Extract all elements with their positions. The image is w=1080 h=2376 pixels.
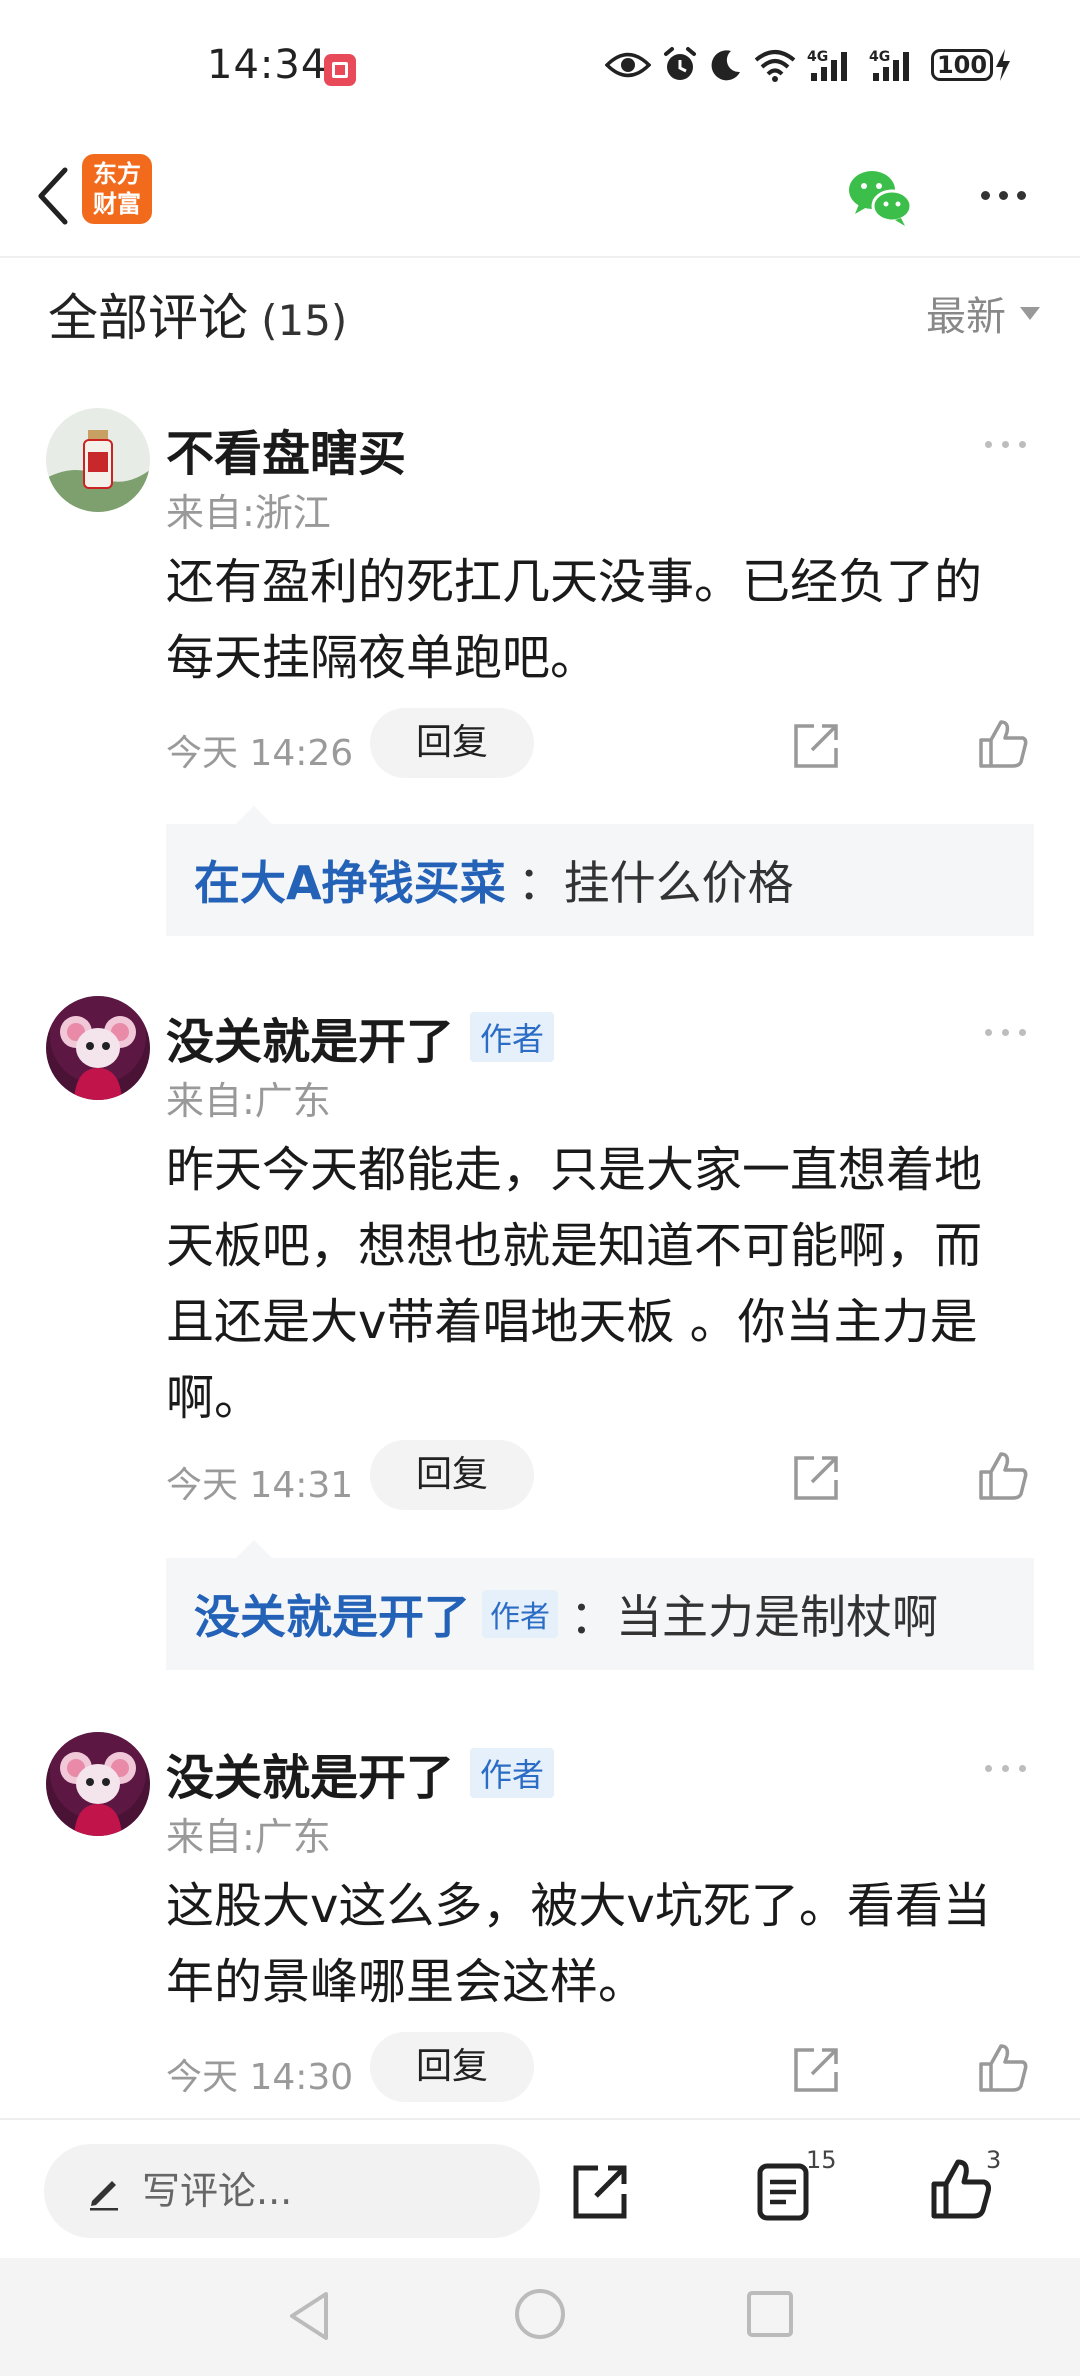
avatar[interactable] — [46, 1732, 150, 1836]
author-badge: 作者 — [470, 1748, 555, 1798]
wifi-icon — [754, 50, 796, 82]
sort-dropdown[interactable]: 最新 — [926, 284, 1040, 342]
share-icon[interactable] — [790, 2042, 844, 2096]
reply-preview[interactable]: 没关就是开了 作者 ：当主力是制杖啊 — [166, 1540, 1034, 1670]
comment-text-line: 每天挂隔夜单跑吧。 — [166, 630, 599, 686]
eye-icon — [605, 52, 651, 78]
share-icon[interactable] — [790, 1450, 844, 1504]
comment-count-badge: 15 — [806, 2146, 837, 2174]
share-icon[interactable] — [570, 2160, 632, 2222]
svg-text:4G: 4G — [807, 49, 828, 65]
app-logo-line2: 财富 — [93, 190, 141, 218]
comment-time: 今天 14:26 — [166, 733, 354, 774]
comment-more-button[interactable] — [985, 1756, 1035, 1780]
app-logo: 东方 财富 — [82, 154, 152, 224]
comment-text-line: 啊。 — [166, 1370, 263, 1426]
reply-username[interactable]: 没关就是开了 — [194, 1581, 470, 1647]
comment-text-line: 年的景峰哪里会这样。 — [166, 1954, 647, 2010]
bottom-action-bar: 15 3 — [0, 2118, 1080, 2260]
reply-button[interactable]: 回复 — [370, 708, 534, 778]
reply-username[interactable]: 在大A挣钱买菜 — [194, 847, 506, 913]
thumbs-up-icon[interactable] — [975, 716, 1031, 772]
reply-preview[interactable]: 在大A挣钱买菜 ：挂什么价格 — [166, 806, 1034, 936]
battery-indicator: 100 — [931, 47, 1013, 83]
author-badge: 作者 — [470, 1012, 555, 1062]
caret-down-icon — [1020, 306, 1040, 320]
comment-time: 今天 14:30 — [166, 2057, 354, 2098]
comment-header: 不看盘瞎买 — [166, 414, 406, 484]
reply-text: ：挂什么价格 — [517, 856, 794, 910]
like-count-badge: 3 — [986, 2146, 1002, 2174]
comment-username[interactable]: 没关就是开了 — [166, 1738, 454, 1808]
comment-header: 没关就是开了 作者 — [166, 1738, 555, 1808]
notification-badge-icon — [324, 54, 356, 86]
status-icons: 4G 4G 100 — [605, 46, 1013, 84]
sort-label: 最新 — [926, 294, 1006, 340]
comment-text: 还有盈利的死扛几天没事。已经负了的 每天挂隔夜单跑吧。 — [166, 544, 1038, 696]
comment-list-icon[interactable] — [752, 2160, 814, 2222]
comment-text-line: 天板吧，想想也就是知道不可能啊，而 — [166, 1218, 983, 1274]
reply-button[interactable]: 回复 — [370, 2032, 534, 2102]
nav-home-icon[interactable] — [512, 2286, 568, 2342]
section-title: 全部评论 — [48, 289, 248, 347]
comment-text: 昨天今天都能走，只是大家一直想着地 天板吧，想想也就是知道不可能啊，而 且还是大… — [166, 1132, 1038, 1436]
charging-icon — [996, 49, 1010, 81]
comment-more-button[interactable] — [985, 432, 1035, 456]
comment-username[interactable]: 没关就是开了 — [166, 1002, 454, 1072]
comment-item: 没关就是开了 作者 来自:广东 昨天今天都能走，只是大家一直想着地 天板吧，想想… — [0, 994, 1080, 1674]
comments-header: 全部评论 (15) 最新 — [48, 278, 1040, 358]
dot — [998, 190, 1008, 200]
reply-content: 在大A挣钱买菜 ：挂什么价格 — [194, 824, 794, 936]
comment-time: 今天 14:31 — [166, 1465, 354, 1506]
avatar[interactable] — [46, 408, 150, 512]
moon-icon — [711, 50, 740, 81]
comment-location: 来自:广东 — [166, 1815, 331, 1859]
app-logo-line1: 东方 — [93, 160, 141, 188]
comment-text-line: 这股大v这么多，被大v坑死了。看看当 — [166, 1878, 991, 1934]
avatar[interactable] — [46, 996, 150, 1100]
comment-count: (15) — [261, 296, 348, 345]
top-navigation-bar: 东方 财富 — [0, 140, 1080, 258]
signal-icon-1: 4G — [807, 49, 847, 81]
pencil-icon — [90, 2181, 118, 2211]
back-button[interactable] — [18, 156, 88, 236]
comment-text: 这股大v这么多，被大v坑死了。看看当 年的景峰哪里会这样。 — [166, 1868, 1038, 2020]
comment-item: 不看盘瞎买 来自:浙江 还有盈利的死扛几天没事。已经负了的 每天挂隔夜单跑吧。 … — [0, 406, 1080, 946]
comments-page: 14:34 4G 4G 100 东方 财富 全部评论 (15) 最新 不看盘瞎买… — [0, 0, 1080, 2376]
comment-location: 来自:浙江 — [166, 491, 331, 535]
alarm-icon — [664, 47, 696, 80]
nav-recent-apps-icon[interactable] — [744, 2288, 796, 2340]
more-options-button[interactable] — [970, 170, 1036, 220]
thumbs-up-icon[interactable] — [975, 2040, 1031, 2096]
comment-text-line: 还有盈利的死扛几天没事。已经负了的 — [166, 554, 983, 610]
thumbs-up-icon[interactable] — [975, 1448, 1031, 1504]
reply-text: ：当主力是制杖啊 — [570, 1590, 938, 1644]
reply-content: 没关就是开了 作者 ：当主力是制杖啊 — [194, 1558, 938, 1670]
wechat-share-button[interactable] — [845, 162, 915, 232]
comment-more-button[interactable] — [985, 1020, 1035, 1044]
reply-button[interactable]: 回复 — [370, 1440, 534, 1510]
comment-text-line: 且还是大v带着唱地天板 。你当主力是 — [166, 1294, 978, 1350]
comment-input[interactable] — [140, 2168, 524, 2214]
comment-input-box[interactable] — [44, 2144, 540, 2238]
status-bar: 14:34 4G 4G 100 — [0, 0, 1080, 140]
thumbs-up-icon[interactable] — [928, 2156, 994, 2222]
signal-icon-2: 4G — [869, 49, 909, 81]
comment-location: 来自:广东 — [166, 1079, 331, 1123]
comment-item: 没关就是开了 作者 来自:广东 这股大v这么多，被大v坑死了。看看当 年的景峰哪… — [0, 1730, 1080, 2118]
chevron-left-icon — [38, 167, 68, 225]
comment-username[interactable]: 不看盘瞎买 — [166, 414, 406, 484]
dot — [980, 190, 990, 200]
battery-level: 100 — [931, 49, 993, 81]
system-navigation-bar — [0, 2258, 1080, 2376]
svg-text:4G: 4G — [869, 49, 890, 65]
share-icon[interactable] — [790, 718, 844, 772]
nav-back-icon[interactable] — [282, 2288, 338, 2344]
wechat-icon — [849, 171, 913, 226]
dot — [1016, 190, 1026, 200]
author-badge: 作者 — [482, 1590, 558, 1638]
comment-text-line: 昨天今天都能走，只是大家一直想着地 — [166, 1142, 983, 1198]
comment-header: 没关就是开了 作者 — [166, 1002, 555, 1072]
status-time: 14:34 — [207, 42, 328, 88]
